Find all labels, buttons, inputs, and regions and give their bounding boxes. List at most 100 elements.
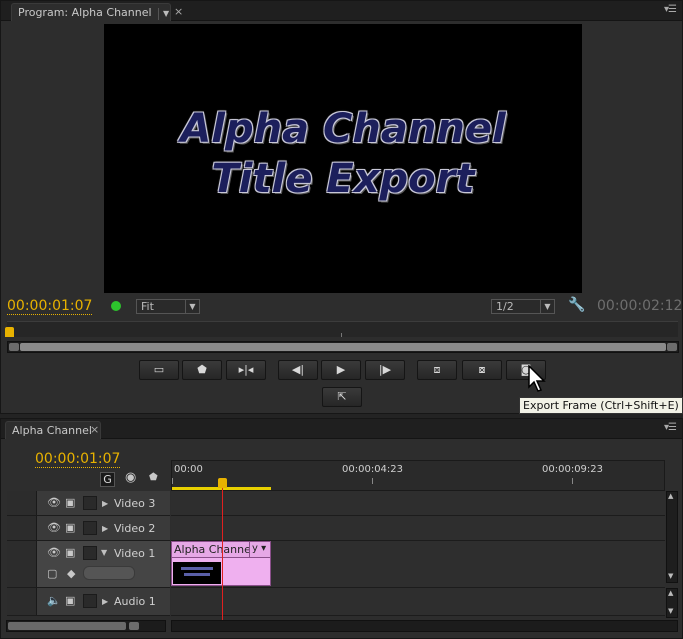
film-icon[interactable]: ▣ <box>65 594 75 607</box>
track-header-audio-1[interactable]: 🔈 ▣ ▶ Audio 1 <box>7 588 170 616</box>
track-header-video-2[interactable]: 👁 ▣ ▶ Video 2 <box>7 516 170 541</box>
film-icon[interactable]: ▣ <box>65 496 75 509</box>
scroll-down-icon[interactable]: ▼ <box>668 607 673 615</box>
track-lock-area[interactable] <box>7 588 37 615</box>
scroll-up-icon[interactable]: ▲ <box>668 492 673 500</box>
track-name-audio-1: Audio 1 <box>114 595 156 608</box>
lane-video-3[interactable] <box>171 491 665 516</box>
add-marker-icon[interactable]: ⬟ <box>149 472 158 483</box>
track-name-video-1: Video 1 <box>114 547 156 560</box>
tab-timeline-sequence[interactable]: Alpha Channel <box>5 421 101 439</box>
scroll-thumb[interactable] <box>20 343 666 351</box>
scroll-up-icon[interactable]: ▲ <box>668 589 673 597</box>
safe-margins-button[interactable]: ▭ <box>139 360 179 380</box>
display-style-icon[interactable]: ▢ <box>47 567 57 580</box>
ruler-label-end: 00:00:09:23 <box>542 464 604 475</box>
panel-menu-icon[interactable]: ▾☰ <box>664 4 677 15</box>
ruler-tick <box>372 478 373 484</box>
eye-icon[interactable]: 👁 <box>47 521 61 534</box>
scroll-end-handle[interactable] <box>667 343 677 351</box>
scroll-start-handle[interactable] <box>9 343 19 351</box>
chevron-down-icon: ▼ <box>185 300 199 313</box>
program-tab-label: Program: Alpha Channel <box>18 6 152 19</box>
track-lock-toggle[interactable] <box>83 521 97 535</box>
timeline-current-timecode[interactable]: 00:00:01:07 <box>35 451 121 468</box>
chevron-down-icon[interactable]: ▼ <box>157 8 174 20</box>
lift-button[interactable]: ⧈ <box>417 360 457 380</box>
audio-vertical-scrollbar[interactable]: ▲ ▼ <box>666 588 678 618</box>
chevron-down-icon: ▼ <box>540 300 554 313</box>
status-indicator-icon <box>111 301 121 311</box>
video-title-line-2: Title Export <box>211 156 475 202</box>
timeline-tab-label: Alpha Channel <box>12 424 92 437</box>
add-marker-button[interactable]: ⬟ <box>182 360 222 380</box>
mark-in-out-button[interactable]: ▸|◂ <box>226 360 266 380</box>
track-lock-toggle[interactable] <box>83 546 97 560</box>
track-header-video-1[interactable]: 👁 ▣ ▼ Video 1 ▢ ◆ <box>7 541 170 588</box>
scroll-down-icon[interactable]: ▼ <box>668 572 673 580</box>
link-markers-icon[interactable]: ◉ <box>125 470 136 485</box>
collapse-triangle-icon[interactable]: ▼ <box>101 548 107 557</box>
app-window: Program: Alpha Channel ▼ × ▾☰ Alpha Chann… <box>0 0 683 639</box>
wrench-icon[interactable]: 🔧 <box>568 297 585 313</box>
track-header-video-3[interactable]: 👁 ▣ ▶ Video 3 <box>7 491 170 516</box>
resolution-dropdown[interactable]: 1/2 ▼ <box>491 299 555 314</box>
step-back-button[interactable]: ◀| <box>278 360 318 380</box>
timeline-ruler[interactable]: 00:00 00:00:04:23 00:00:09:23 <box>171 460 665 491</box>
ruler-label-start: 00:00 <box>174 464 203 475</box>
ruler-tick <box>172 478 173 484</box>
extract-button[interactable]: ⧇ <box>462 360 502 380</box>
close-icon[interactable]: × <box>90 423 99 436</box>
program-zoom-scrollbar[interactable] <box>7 341 679 353</box>
speaker-icon[interactable]: 🔈 <box>47 594 61 607</box>
keyframe-navigator[interactable] <box>83 566 135 580</box>
lane-video-2[interactable] <box>171 516 665 541</box>
step-forward-button[interactable]: |▶ <box>365 360 405 380</box>
scroll-end-handle[interactable] <box>129 622 139 630</box>
ruler-tick <box>341 333 342 337</box>
marker-icon: ⬟ <box>197 363 207 376</box>
button-editor-button[interactable]: ⇱ <box>322 387 362 407</box>
program-time-ruler[interactable] <box>7 321 678 337</box>
program-duration-timecode: 00:00:02:12 <box>597 298 683 314</box>
timeline-header-scrollbar[interactable] <box>6 620 166 632</box>
thumbnail-text-mark <box>181 567 213 570</box>
track-lock-toggle[interactable] <box>83 594 97 608</box>
playhead-marker-icon[interactable] <box>218 478 227 488</box>
timeline-vertical-scrollbar[interactable]: ▲ ▼ <box>666 491 678 583</box>
video-title-line-1: Alpha Channel <box>180 106 506 152</box>
track-lock-toggle[interactable] <box>83 496 97 510</box>
expand-triangle-icon[interactable]: ▶ <box>102 524 108 533</box>
ruler-tick <box>572 478 573 484</box>
expand-triangle-icon[interactable]: ▶ <box>102 597 108 606</box>
scroll-thumb[interactable] <box>8 622 126 630</box>
program-monitor-panel: Program: Alpha Channel ▼ × ▾☰ Alpha Chann… <box>0 0 683 414</box>
lift-icon: ⧈ <box>433 363 441 376</box>
timeline-horizontal-scrollbar[interactable] <box>171 620 678 632</box>
tab-program-monitor[interactable]: Program: Alpha Channel ▼ <box>11 3 171 21</box>
lane-audio-1[interactable] <box>171 588 665 616</box>
clip-thumbnail <box>173 562 221 584</box>
eye-icon[interactable]: 👁 <box>47 496 61 509</box>
clip-menu-button[interactable]: y ▾ <box>249 542 269 557</box>
eye-icon[interactable]: 👁 <box>47 546 61 559</box>
film-icon[interactable]: ▣ <box>65 546 75 559</box>
track-lock-area[interactable] <box>7 541 37 587</box>
film-icon[interactable]: ▣ <box>65 521 75 534</box>
keyframe-icon[interactable]: ◆ <box>67 567 75 580</box>
panel-menu-icon[interactable]: ▾☰ <box>664 422 677 433</box>
program-video-frame: Alpha Channel Title Export <box>104 24 582 293</box>
snap-icon[interactable]: G <box>100 472 115 487</box>
step-forward-icon: |▶ <box>378 363 392 376</box>
ruler-label-mid: 00:00:04:23 <box>342 464 404 475</box>
program-current-timecode[interactable]: 00:00:01:07 <box>7 298 93 315</box>
fit-dropdown[interactable]: Fit ▼ <box>136 299 200 314</box>
play-button[interactable]: ▶ <box>321 360 361 380</box>
expand-triangle-icon[interactable]: ▶ <box>102 499 108 508</box>
track-lock-area[interactable] <box>7 491 37 515</box>
clip-label: Alpha Channel <box>174 543 254 556</box>
resolution-dropdown-label: 1/2 <box>496 300 514 313</box>
track-lock-area[interactable] <box>7 516 37 540</box>
playhead-marker-icon[interactable] <box>5 327 14 337</box>
close-icon[interactable]: × <box>174 5 183 18</box>
